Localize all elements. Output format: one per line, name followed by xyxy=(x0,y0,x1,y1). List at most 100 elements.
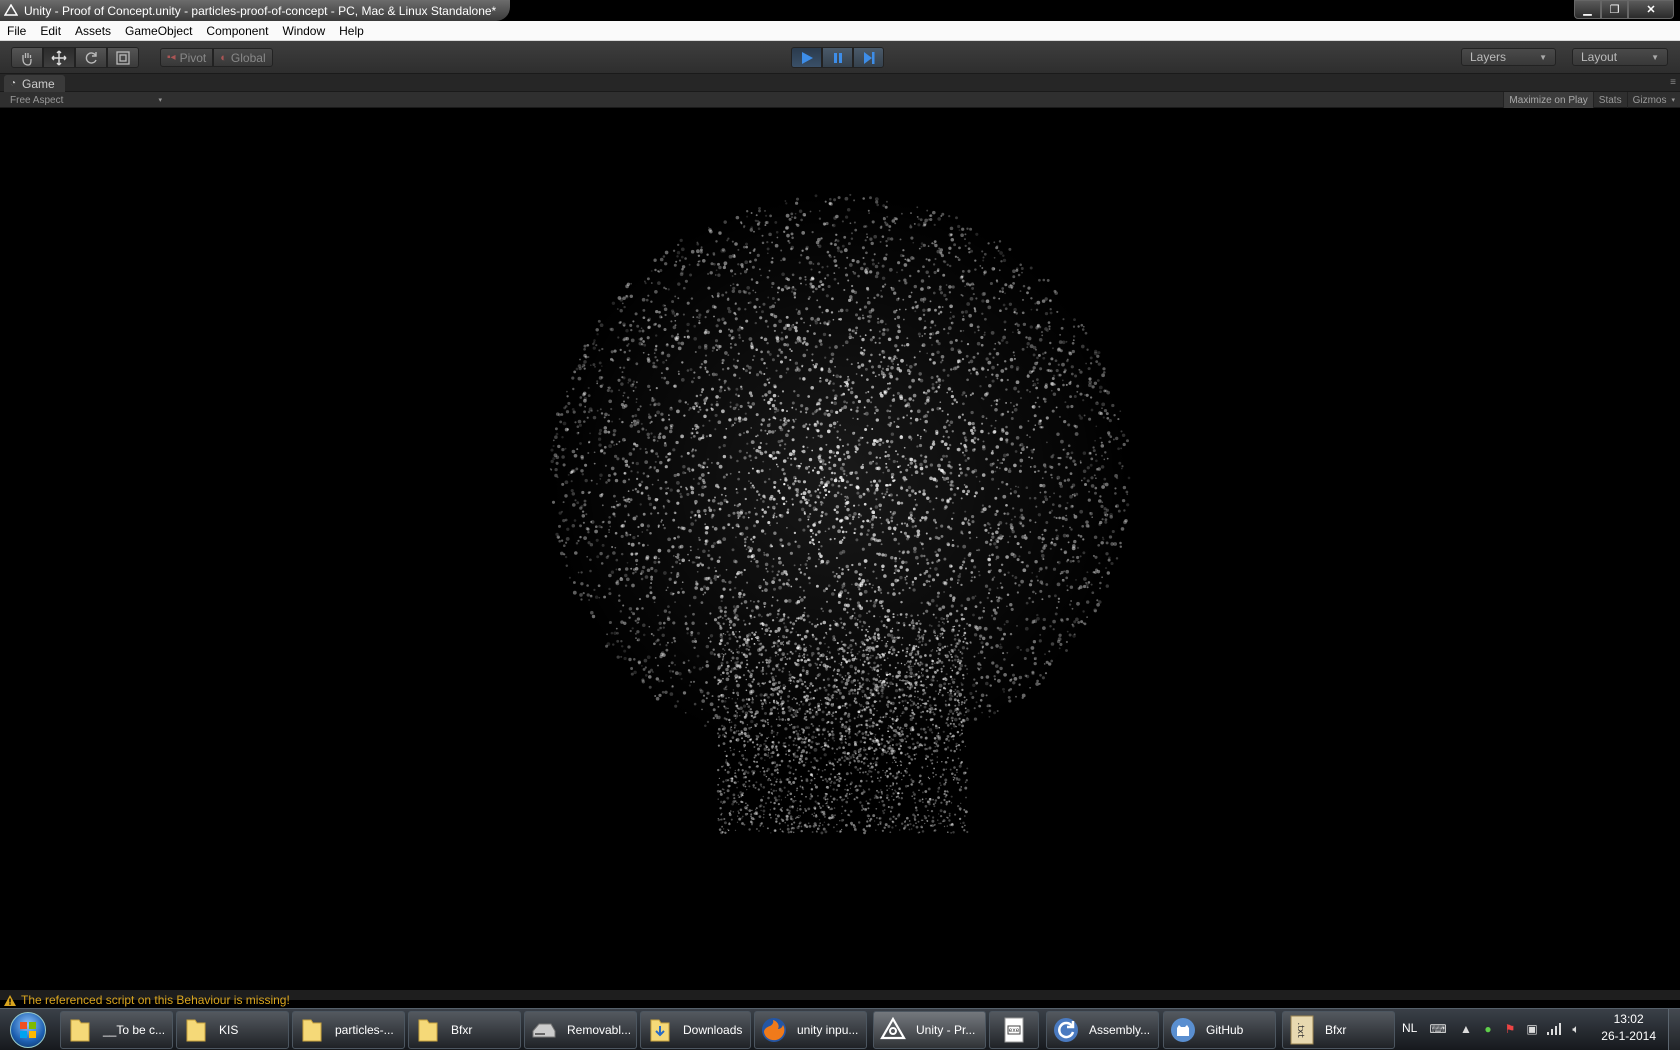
menu-bar: File Edit Assets GameObject Component Wi… xyxy=(0,21,1680,41)
taskbar-item-label: Unity - Pr... xyxy=(916,1023,976,1037)
play-button[interactable] xyxy=(791,47,822,68)
show-hidden-icons-icon[interactable]: ▲ xyxy=(1458,1021,1474,1037)
taskbar-item-active[interactable]: Unity - Pr... xyxy=(873,1011,986,1049)
taskbar-item-label: GitHub xyxy=(1206,1023,1244,1037)
rotate-icon xyxy=(85,51,97,64)
taskbar-item[interactable]: Assembly... xyxy=(1046,1011,1159,1049)
action-center-flag-icon[interactable]: ⚑ xyxy=(1502,1021,1518,1037)
drive-icon xyxy=(529,1015,559,1045)
minimize-button[interactable]: ▁ xyxy=(1574,0,1601,19)
network-signal-icon[interactable] xyxy=(1546,1021,1562,1037)
layout-label: Layout xyxy=(1581,50,1618,64)
gizmos-toggle[interactable]: Gizmos ▾ xyxy=(1626,92,1680,108)
menu-file[interactable]: File xyxy=(0,21,33,41)
security-shield-icon[interactable]: ● xyxy=(1480,1021,1496,1037)
game-viewport[interactable] xyxy=(0,108,1680,990)
window-title: Unity - Proof of Concept.unity - particl… xyxy=(24,3,497,18)
stats-toggle[interactable]: Stats xyxy=(1592,92,1627,108)
system-tray: NL ⌨ ▲ ● ⚑ ▣ 🔈︎ 13:02 26-1-2014 xyxy=(1390,1009,1680,1050)
clock[interactable]: 13:02 26-1-2014 xyxy=(1601,1011,1656,1045)
global-label: Global xyxy=(230,50,266,65)
panel-menu-icon[interactable]: ≡ xyxy=(1670,77,1676,88)
dropdown-arrow-icon: ▼ xyxy=(1651,52,1659,62)
show-desktop-button[interactable] xyxy=(1668,1009,1680,1050)
taskbar-item[interactable]: particles-... xyxy=(292,1011,405,1049)
move-icon xyxy=(51,50,67,65)
taskbar-item[interactable]: exe xyxy=(989,1011,1039,1049)
folder-icon xyxy=(297,1015,327,1045)
folder-icon xyxy=(181,1015,211,1045)
unity-logo-icon xyxy=(4,3,18,16)
layout-dropdown[interactable]: Layout ▼ xyxy=(1572,48,1668,66)
volume-icon[interactable]: 🔈︎ xyxy=(1568,1021,1584,1037)
menu-window[interactable]: Window xyxy=(275,21,332,41)
transform-tools xyxy=(11,47,139,68)
taskbar-item-label: Bfxr xyxy=(1325,1023,1347,1037)
global-toggle[interactable]: ◐ Global xyxy=(213,48,273,67)
taskbar-item[interactable]: GitHub xyxy=(1163,1011,1276,1049)
rotate-tool-button[interactable] xyxy=(75,47,107,68)
taskbar-item-label: Downloads xyxy=(683,1023,743,1037)
refresh-app-icon xyxy=(1051,1015,1081,1045)
menu-component[interactable]: Component xyxy=(199,21,275,41)
warning-icon xyxy=(4,994,16,1006)
clock-date: 26-1-2014 xyxy=(1601,1029,1656,1043)
pivot-label: Pivot xyxy=(179,50,207,65)
menu-edit[interactable]: Edit xyxy=(33,21,68,41)
taskbar-item-label: unity inpu... xyxy=(797,1023,859,1037)
folder-icon xyxy=(413,1015,443,1045)
panel-tab-bar: ◔ Game ≡ xyxy=(0,74,1680,92)
taskbar-item-label: Assembly... xyxy=(1089,1023,1151,1037)
clock-time: 13:02 xyxy=(1613,1012,1644,1026)
taskbar-item[interactable]: unity inpu... xyxy=(754,1011,867,1049)
dropdown-arrow-icon: ▾ xyxy=(1671,97,1675,104)
unity-editor-window: Unity - Proof of Concept.unity - particl… xyxy=(0,0,1680,1050)
console-warning-text: The referenced script on this Behaviour … xyxy=(21,993,290,1007)
usb-device-icon[interactable]: ▣ xyxy=(1524,1021,1540,1037)
taskbar-item-label: KIS xyxy=(219,1023,239,1037)
pause-icon xyxy=(833,52,842,63)
move-tool-button[interactable] xyxy=(43,47,75,68)
hand-icon xyxy=(22,52,32,66)
taskbar-item[interactable]: Downloads xyxy=(640,1011,751,1049)
start-button[interactable] xyxy=(4,1011,52,1049)
taskbar-item[interactable]: Bfxr xyxy=(408,1011,521,1049)
taskbar-item[interactable]: Removabl... xyxy=(524,1011,637,1049)
layers-dropdown[interactable]: Layers ▼ xyxy=(1461,48,1556,66)
document-icon: exe xyxy=(999,1015,1029,1045)
pacman-icon: ◔ xyxy=(10,78,17,89)
taskbar-item-label: __To be c... xyxy=(103,1023,166,1037)
step-button[interactable] xyxy=(853,47,884,68)
tab-game[interactable]: ◔ Game xyxy=(4,75,65,92)
playback-controls xyxy=(791,47,884,68)
maximize-button[interactable]: ❐ xyxy=(1601,0,1628,19)
dropdown-arrow-icon: ▼ xyxy=(1539,52,1547,62)
menu-assets[interactable]: Assets xyxy=(68,21,118,41)
scale-tool-button[interactable] xyxy=(107,47,139,68)
taskbar-item[interactable]: KIS xyxy=(176,1011,289,1049)
taskbar-item[interactable]: .txt Bfxr xyxy=(1282,1011,1395,1049)
menu-help[interactable]: Help xyxy=(332,21,371,41)
aspect-dropdown[interactable]: Free Aspect ▾ xyxy=(6,92,166,108)
pivot-toggle[interactable]: ▪◂ Pivot xyxy=(160,48,214,67)
language-indicator[interactable]: NL xyxy=(1402,1021,1417,1035)
console-warning[interactable]: The referenced script on this Behaviour … xyxy=(0,992,290,1008)
pause-button[interactable] xyxy=(822,47,853,68)
step-icon xyxy=(863,51,874,64)
maximize-on-play-toggle[interactable]: Maximize on Play xyxy=(1503,92,1593,108)
folder-icon xyxy=(645,1015,675,1045)
pivot-icon: ▪◂ xyxy=(167,52,176,63)
taskbar-item-label: Removabl... xyxy=(567,1023,632,1037)
keyboard-icon[interactable]: ⌨ xyxy=(1429,1021,1446,1037)
github-icon xyxy=(1168,1015,1198,1045)
aspect-label: Free Aspect xyxy=(10,94,64,106)
firefox-icon xyxy=(759,1015,789,1045)
dropdown-arrow-icon: ▾ xyxy=(158,97,162,104)
close-button[interactable]: ✕ xyxy=(1628,0,1674,19)
main-toolbar: ▪◂ Pivot ◐ Global Layers ▼ Layout ▼ xyxy=(0,41,1680,74)
taskbar-item[interactable]: __To be c... xyxy=(60,1011,173,1049)
hand-tool-button[interactable] xyxy=(11,47,43,68)
menu-gameobject[interactable]: GameObject xyxy=(118,21,199,41)
windows-logo-icon xyxy=(10,1012,46,1048)
folder-icon xyxy=(65,1015,95,1045)
